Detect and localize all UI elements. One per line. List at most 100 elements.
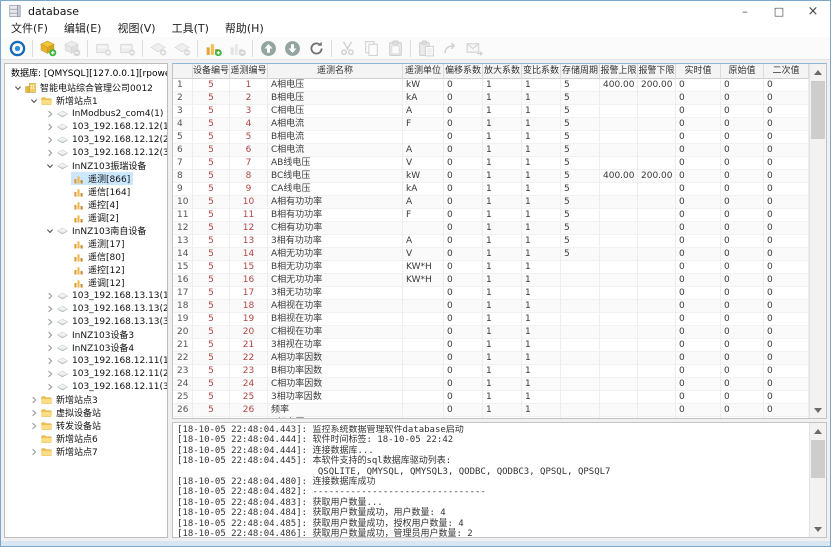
- scroll-down-button[interactable]: [810, 521, 826, 537]
- tree-node[interactable]: 103_192.168.12.12(3): [55, 146, 168, 159]
- tree-item[interactable]: 遥信[80]: [8, 250, 167, 263]
- column-header[interactable]: 偏移系数: [444, 64, 483, 79]
- tree-item[interactable]: 新增站点6: [8, 432, 167, 445]
- chevron-right-icon[interactable]: [45, 382, 55, 392]
- tree-node[interactable]: 103_192.168.12.11(2): [55, 367, 168, 380]
- tree-node[interactable]: 遥控[4]: [71, 198, 122, 211]
- chevron-right-icon[interactable]: [45, 356, 55, 366]
- chevron-right-icon[interactable]: [29, 447, 39, 457]
- tree-node[interactable]: 新增站点7: [39, 445, 101, 458]
- tree-item[interactable]: InNZ103设备4: [8, 341, 167, 354]
- table-row[interactable]: 858BC线电压kW0115400.00200.00000: [173, 170, 809, 183]
- tree-item[interactable]: 新增站点7: [8, 445, 167, 458]
- column-header[interactable]: 二次值: [764, 64, 809, 79]
- tree-node[interactable]: 虚拟设备站: [39, 406, 104, 419]
- chevron-right-icon[interactable]: [29, 408, 39, 418]
- table-row[interactable]: 353C相电压A0115000: [173, 105, 809, 118]
- tree-node[interactable]: 103_192.168.13.13(3): [55, 315, 168, 328]
- tree-node[interactable]: 103_192.168.13.13(2): [55, 302, 168, 315]
- move-up-button[interactable]: [257, 38, 279, 59]
- chevron-right-icon[interactable]: [45, 148, 55, 158]
- tree-node[interactable]: 遥信[80]: [71, 250, 127, 263]
- column-header[interactable]: 报警上限: [600, 64, 638, 79]
- scroll-down-button[interactable]: [810, 402, 826, 418]
- table-row[interactable]: 18518A相视在功率011000: [173, 300, 809, 313]
- chevron-down-icon[interactable]: [29, 96, 39, 106]
- table-row[interactable]: 22522A相功率因数011000: [173, 352, 809, 365]
- minimize-button[interactable]: –: [728, 1, 762, 21]
- tree-node[interactable]: 新增站点6: [39, 432, 101, 445]
- chevron-right-icon[interactable]: [29, 395, 39, 405]
- menu-item[interactable]: 文件(F): [3, 21, 56, 37]
- tree-item[interactable]: InModbus2_com4(1): [8, 107, 167, 120]
- close-button[interactable]: ×: [796, 1, 830, 21]
- chevron-right-icon[interactable]: [45, 122, 55, 132]
- tree-item[interactable]: 新增站点3: [8, 393, 167, 406]
- chevron-right-icon[interactable]: [45, 291, 55, 301]
- add-station-button[interactable]: [37, 38, 59, 59]
- table-row[interactable]: 454A相电流F0115000: [173, 118, 809, 131]
- chevron-down-icon[interactable]: [45, 161, 55, 171]
- tree-item[interactable]: 遥控[4]: [8, 198, 167, 211]
- tree-node[interactable]: 转发设备站: [39, 419, 104, 432]
- maximize-button[interactable]: □: [762, 1, 796, 21]
- scrollbar-thumb[interactable]: [811, 81, 825, 139]
- table-row[interactable]: 14514A相无功功率V0115000: [173, 248, 809, 261]
- table-row[interactable]: 16516C相无功功率KW*H011000: [173, 274, 809, 287]
- tree-item[interactable]: 103_192.168.12.11(1): [8, 354, 167, 367]
- table-row[interactable]: 135133相有功功率A0115000: [173, 235, 809, 248]
- tree-node[interactable]: InModbus2_com4(1): [55, 107, 166, 120]
- tree-node[interactable]: 遥信[164]: [71, 185, 133, 198]
- chevron-right-icon[interactable]: [45, 330, 55, 340]
- tree-item[interactable]: InNZ103设备3: [8, 328, 167, 341]
- tree-node[interactable]: 新增站点1: [39, 94, 101, 107]
- table-row[interactable]: 656C相电流A0115000: [173, 144, 809, 157]
- tree-item[interactable]: 遥控[12]: [8, 263, 167, 276]
- tree-item[interactable]: 遥测[866]: [8, 172, 167, 185]
- tree-node[interactable]: InNZ103振瑞设备: [55, 159, 149, 172]
- tree-node[interactable]: 103_192.168.12.12(2): [55, 133, 168, 146]
- column-header[interactable]: 遥测单位: [403, 64, 444, 79]
- tree-item[interactable]: 遥调[2]: [8, 211, 167, 224]
- tree-item[interactable]: 智能电站综合管理公司0012: [8, 81, 167, 94]
- tree-item[interactable]: 103_192.168.12.12(2): [8, 133, 167, 146]
- connect-button[interactable]: [6, 38, 28, 59]
- tree-node[interactable]: 103_192.168.12.12(1): [55, 120, 168, 133]
- tree-node[interactable]: InNZ103设备4: [55, 341, 137, 354]
- table-row[interactable]: 15515B相无功功率KW*H011000: [173, 261, 809, 274]
- tree-node[interactable]: 遥调[12]: [71, 276, 127, 289]
- tree-item[interactable]: 转发设备站: [8, 419, 167, 432]
- column-header[interactable]: [173, 64, 193, 79]
- column-header[interactable]: 设备编号: [193, 64, 230, 79]
- column-header[interactable]: 遥测编号: [230, 64, 268, 79]
- tree-node[interactable]: 103_192.168.13.13(1): [55, 289, 168, 302]
- column-header[interactable]: 原始值: [721, 64, 764, 79]
- table-row[interactable]: 10510A相有功功率A0115000: [173, 196, 809, 209]
- menu-item[interactable]: 帮助(H): [217, 21, 272, 37]
- tree-item[interactable]: 103_192.168.12.12(1): [8, 120, 167, 133]
- tree-node[interactable]: InNZ103南自设备: [55, 224, 149, 237]
- tree-node[interactable]: 智能电站综合管理公司0012: [23, 81, 156, 94]
- chevron-right-icon[interactable]: [45, 304, 55, 314]
- table-row[interactable]: 555B相电流0115000: [173, 131, 809, 144]
- table-vertical-scrollbar[interactable]: [809, 64, 826, 418]
- tree-item[interactable]: 虚拟设备站: [8, 406, 167, 419]
- table-row[interactable]: 27527A相电压H1011000: [173, 417, 809, 418]
- table-row[interactable]: 252B相电压kA0115000: [173, 92, 809, 105]
- column-header[interactable]: 变比系数: [522, 64, 561, 79]
- menu-item[interactable]: 编辑(E): [56, 21, 110, 37]
- scroll-up-button[interactable]: [810, 64, 826, 80]
- table-row[interactable]: 19519B相视在功率011000: [173, 313, 809, 326]
- column-header[interactable]: 存储周期: [561, 64, 600, 79]
- tree-node[interactable]: 103_192.168.12.11(3): [55, 380, 168, 393]
- menu-item[interactable]: 视图(V): [109, 21, 163, 37]
- move-down-button[interactable]: [281, 38, 303, 59]
- tree-node[interactable]: 103_192.168.12.11(1): [55, 354, 168, 367]
- chevron-right-icon[interactable]: [45, 317, 55, 327]
- chevron-right-icon[interactable]: [45, 135, 55, 145]
- column-header[interactable]: 实时值: [676, 64, 721, 79]
- chevron-right-icon[interactable]: [29, 421, 39, 431]
- table-row[interactable]: 20520C相视在功率011000: [173, 326, 809, 339]
- chevron-right-icon[interactable]: [45, 109, 55, 119]
- tree-item[interactable]: 遥信[164]: [8, 185, 167, 198]
